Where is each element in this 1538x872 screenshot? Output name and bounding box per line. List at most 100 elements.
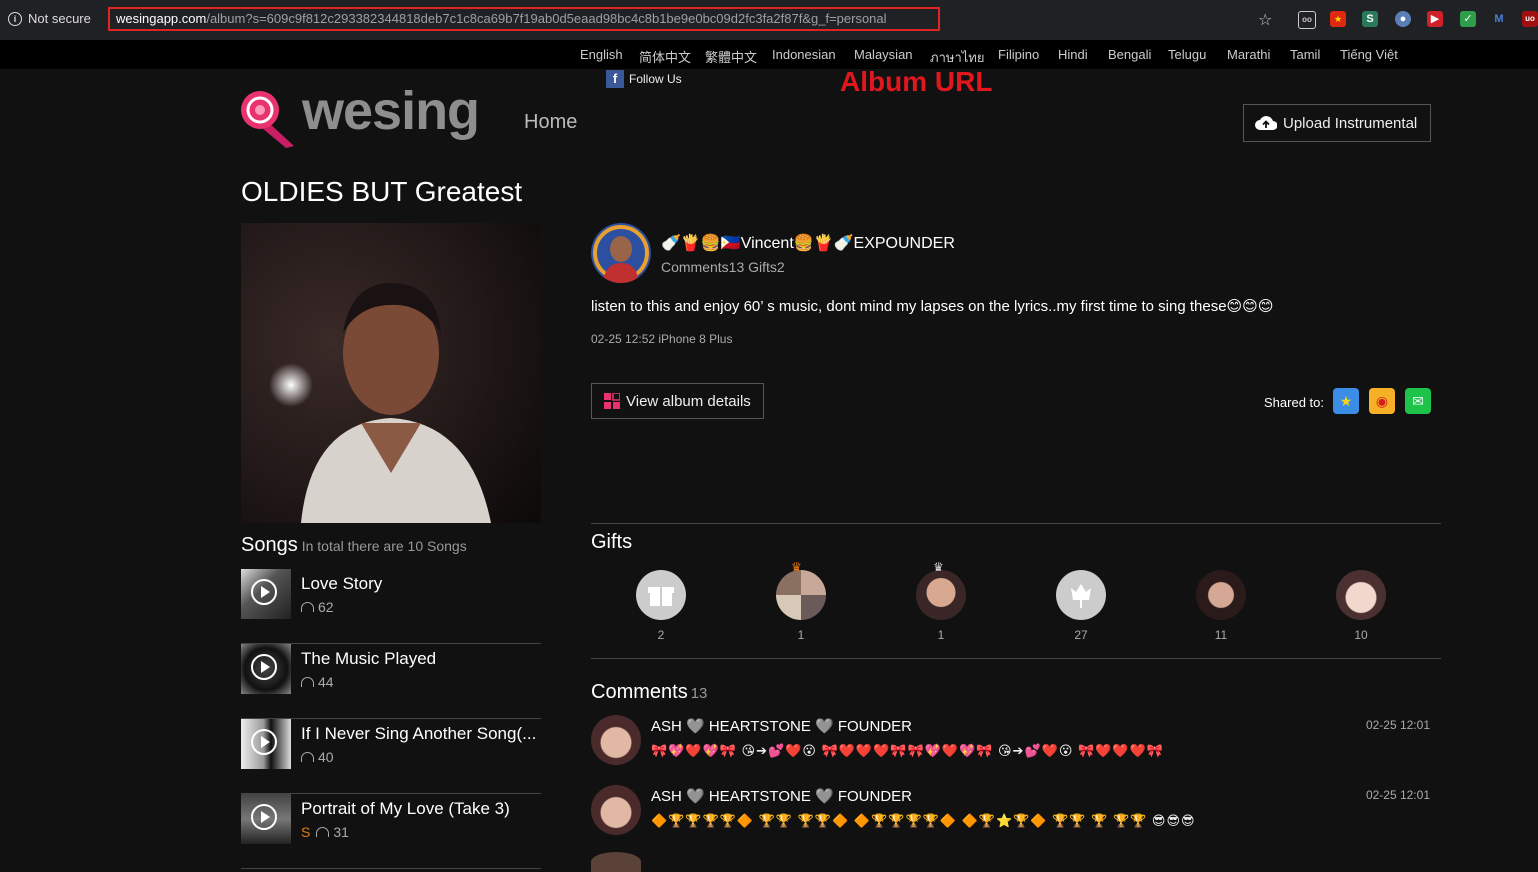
extension-red-icon[interactable]: ▶: [1427, 11, 1443, 27]
album-stats: Comments13 Gifts2: [661, 259, 785, 275]
play-icon[interactable]: [251, 804, 277, 830]
comment-time: 02-25 12:01: [1365, 788, 1430, 802]
gift-item[interactable]: 2: [636, 570, 686, 642]
upload-instrumental-button[interactable]: Upload Instrumental: [1243, 104, 1431, 142]
lang-english[interactable]: English: [580, 47, 623, 62]
crown-icon: ♛: [933, 560, 944, 574]
comment-item: ASH 🩶 HEARTSTONE 🩶 FOUNDER 02-25 12:01 🎀…: [591, 715, 1441, 775]
songs-count: In total there are 10 Songs: [301, 538, 467, 554]
song-thumbnail: [241, 719, 291, 769]
comments-heading: Comments 13: [591, 681, 707, 704]
song-thumbnail: [241, 569, 291, 619]
comment-time: 02-25 12:01: [1365, 718, 1430, 732]
lang-tamil[interactable]: Tamil: [1290, 47, 1320, 62]
song-title[interactable]: If I Never Sing Another Song(...: [301, 724, 536, 744]
lang-thai[interactable]: ภาษาไทย: [930, 47, 984, 68]
commenter-avatar[interactable]: [591, 715, 641, 765]
author-name[interactable]: 🍼🍟🍔🇵🇭Vincent🍔🍟🍼EXPOUNDER: [661, 233, 955, 253]
gift-count: 2: [657, 628, 665, 642]
gifter-avatar: ♛: [916, 560, 966, 620]
gift-count: 10: [1354, 628, 1368, 642]
author-avatar[interactable]: [591, 223, 651, 283]
commenter-name[interactable]: ASH 🩶 HEARTSTONE 🩶 FOUNDER: [651, 717, 912, 735]
album-cover-image: [241, 223, 541, 523]
wesing-logo-icon[interactable]: [238, 88, 300, 150]
follow-us-link[interactable]: f Follow Us: [606, 70, 682, 88]
gift-item[interactable]: 11: [1196, 570, 1246, 642]
home-link[interactable]: Home: [524, 111, 577, 134]
lang-indonesian[interactable]: Indonesian: [772, 47, 836, 62]
security-indicator[interactable]: i Not secure: [8, 11, 91, 26]
extension-ublock-icon[interactable]: uo: [1522, 11, 1538, 27]
comments-count: 13: [690, 685, 708, 702]
song-thumbnail: [241, 644, 291, 694]
extension-shield-icon[interactable]: ✓: [1460, 11, 1476, 27]
upload-label: Upload Instrumental: [1283, 114, 1418, 132]
gift-item[interactable]: ♛ 1: [776, 560, 826, 642]
extension-s-icon[interactable]: S: [1362, 11, 1378, 27]
song-play-count: S 31: [301, 824, 349, 840]
song-item[interactable]: If I Never Sing Another Song(... 40: [241, 719, 541, 794]
gift-box-icon: [636, 570, 686, 620]
gift-count: 1: [937, 628, 945, 642]
song-item[interactable]: Love Story 62: [241, 569, 541, 644]
album-description: listen to this and enjoy 60’ s music, do…: [591, 298, 1274, 315]
play-icon[interactable]: [251, 654, 277, 680]
weibo-share-icon[interactable]: ◉: [1369, 388, 1395, 414]
extension-circle-icon[interactable]: ●: [1395, 11, 1411, 27]
gifter-avatar: ♛: [776, 560, 826, 620]
album-title: OLDIES BUT Greatest: [241, 176, 523, 207]
song-item[interactable]: The Music Played 44: [241, 644, 541, 719]
commenter-name[interactable]: ASH 🩶 HEARTSTONE 🩶 FOUNDER: [651, 787, 912, 805]
gifter-avatar: [1196, 570, 1246, 620]
extension-china-flag-icon[interactable]: ★: [1330, 11, 1346, 27]
song-item[interactable]: Portrait of My Love (Take 3) S 31: [241, 794, 541, 869]
lang-hindi[interactable]: Hindi: [1058, 47, 1088, 62]
qzone-share-icon[interactable]: ★: [1333, 388, 1359, 414]
lang-filipino[interactable]: Filipino: [998, 47, 1039, 62]
lang-marathi[interactable]: Marathi: [1227, 47, 1270, 62]
address-bar[interactable]: wesingapp.com/album?s=609c9f812c29338234…: [108, 7, 940, 31]
view-album-details-button[interactable]: View album details: [591, 383, 764, 419]
song-play-count: 40: [301, 749, 334, 765]
lang-telugu[interactable]: Telugu: [1168, 47, 1206, 62]
lang-vietnamese[interactable]: Tiếng Việt: [1340, 47, 1398, 62]
follow-us-label: Follow Us: [629, 72, 682, 86]
song-play-count: 44: [301, 674, 334, 690]
wechat-share-icon[interactable]: ✉: [1405, 388, 1431, 414]
bookmark-star-icon[interactable]: ☆: [1258, 10, 1272, 30]
url-path: /album?s=609c9f812c293382344818deb7c1c8c…: [206, 11, 887, 26]
wesing-logo-text[interactable]: wesing: [302, 80, 480, 142]
browser-toolbar: i Not secure wesingapp.com/album?s=609c9…: [0, 0, 1538, 40]
gift-item[interactable]: 10: [1336, 570, 1386, 642]
section-divider: [591, 658, 1441, 659]
song-title[interactable]: Portrait of My Love (Take 3): [301, 799, 510, 819]
view-album-label: View album details: [626, 392, 751, 410]
gift-item[interactable]: ♛ 1: [916, 560, 966, 642]
gift-item[interactable]: 27: [1056, 570, 1106, 642]
album-grid-icon: [604, 393, 620, 409]
section-divider: [591, 523, 1441, 524]
comment-text: 🔶🏆🏆🏆🏆🔶 🏆🏆 🏆🏆🔶 🔶🏆🏆🏆🏆🔶 🔶🏆⭐🏆🔶 🏆🏆 🏆 🏆🏆 😎😎😎: [651, 813, 1196, 828]
headphones-icon: [301, 602, 314, 612]
gift-count: 27: [1074, 628, 1088, 642]
gift-count: 1: [797, 628, 805, 642]
play-icon[interactable]: [251, 729, 277, 755]
song-title[interactable]: Love Story: [301, 574, 382, 594]
gifts-heading: Gifts: [591, 531, 633, 553]
comment-item: ASH 🩶 HEARTSTONE 🩶 FOUNDER 02-25 12:01 🔶…: [591, 785, 1441, 845]
play-icon[interactable]: [251, 579, 277, 605]
extension-m-icon[interactable]: M: [1491, 11, 1507, 27]
comment-text: 🎀💖❤️💖🎀 😘➔💕❤️😮 🎀❤️❤️❤️🎀🎀💖❤️💖🎀 😘➔💕❤️😮 🎀❤️❤…: [651, 743, 1164, 758]
lang-traditional-chinese[interactable]: 繁體中文: [705, 47, 757, 66]
lang-bengali[interactable]: Bengali: [1108, 47, 1151, 62]
song-title[interactable]: The Music Played: [301, 649, 436, 669]
extension-glasses-icon[interactable]: oo: [1298, 11, 1316, 29]
flower-gift-icon: [1056, 570, 1106, 620]
commenter-avatar[interactable]: [591, 785, 641, 835]
headphones-icon: [301, 752, 314, 762]
lang-simplified-chinese[interactable]: 简体中文: [639, 47, 691, 66]
lang-malaysian[interactable]: Malaysian: [854, 47, 913, 62]
facebook-icon: f: [606, 70, 624, 88]
gifter-avatar: [1336, 570, 1386, 620]
